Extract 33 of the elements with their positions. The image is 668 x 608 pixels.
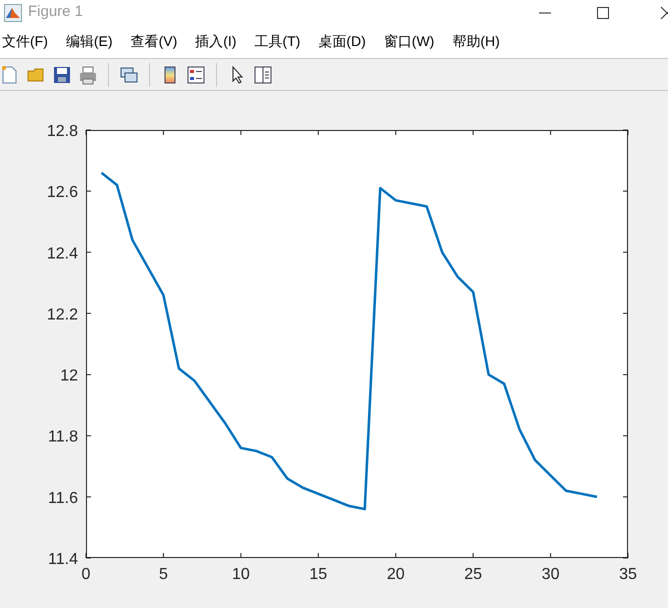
linked-windows-icon[interactable]: [119, 64, 139, 84]
x-tick-label: 20: [386, 566, 405, 583]
close-icon[interactable]: [660, 6, 668, 20]
x-tick-label: 30: [542, 566, 560, 583]
y-tick-label: 11.8: [48, 428, 78, 446]
menu-item[interactable]: 工具(T): [254, 31, 300, 52]
save-icon[interactable]: [52, 64, 72, 84]
y-tick-label: 12: [60, 368, 78, 385]
y-tick-label: 12.4: [46, 245, 78, 262]
y-tick-label: 12.6: [46, 184, 78, 202]
y-tick-label: 11.4: [48, 551, 78, 568]
menu-item[interactable]: 查看(V): [130, 31, 178, 52]
x-tick-label: 25: [464, 566, 482, 583]
menu-item[interactable]: 帮助(H): [452, 31, 500, 52]
app-logo-icon: [4, 4, 22, 22]
y-tick-label: 12.8: [46, 123, 78, 140]
x-tick-label: 5: [158, 566, 168, 583]
menu-item[interactable]: 编辑(E): [66, 31, 113, 52]
menu-item[interactable]: 文件(F): [2, 31, 48, 52]
maximize-icon[interactable]: [596, 6, 610, 20]
menu-item[interactable]: 插入(I): [195, 31, 236, 52]
y-tick-label: 11.6: [48, 490, 78, 507]
x-tick-label: 10: [232, 566, 250, 583]
menu-item[interactable]: 桌面(D): [318, 31, 366, 52]
y-tick-label: 12.2: [46, 306, 78, 324]
legend-icon[interactable]: [186, 64, 206, 84]
window-title: Figure 1: [28, 2, 84, 22]
x-tick-label: 15: [309, 566, 328, 583]
x-tick-label: 0: [82, 566, 90, 583]
menu-item[interactable]: 窗口(W): [384, 31, 434, 52]
x-tick-label: 35: [619, 566, 637, 583]
print-icon[interactable]: [78, 64, 98, 84]
property-panel-icon[interactable]: [253, 64, 273, 84]
